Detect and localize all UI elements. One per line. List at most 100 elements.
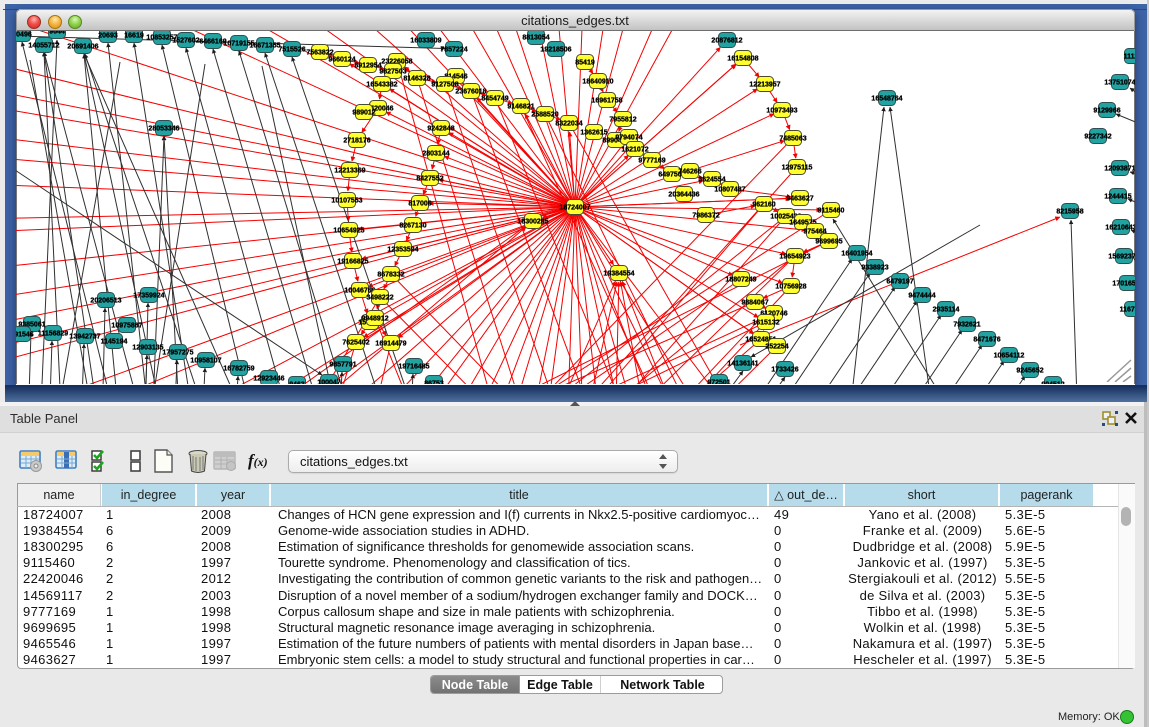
svg-text:13942737: 13942737 bbox=[69, 334, 100, 341]
svg-text:10975867: 10975867 bbox=[111, 323, 142, 330]
svg-text:13751074: 13751074 bbox=[1104, 80, 1135, 87]
svg-text:16782759: 16782759 bbox=[223, 366, 254, 373]
svg-text:1362615: 1362615 bbox=[580, 130, 607, 137]
svg-text:23676018: 23676018 bbox=[455, 89, 486, 96]
svg-text:11121: 11121 bbox=[1124, 54, 1135, 61]
svg-text:9857791: 9857791 bbox=[329, 362, 356, 369]
svg-text:8427552: 8427552 bbox=[416, 176, 443, 183]
svg-text:20364436: 20364436 bbox=[668, 192, 699, 199]
svg-text:962160: 962160 bbox=[752, 202, 775, 209]
svg-text:12093871: 12093871 bbox=[1104, 166, 1135, 173]
svg-text:7857224: 7857224 bbox=[440, 47, 467, 54]
svg-text:10107553: 10107553 bbox=[331, 198, 362, 205]
svg-text:16543382: 16543382 bbox=[366, 82, 397, 89]
svg-text:9129966: 9129966 bbox=[1093, 108, 1120, 115]
svg-text:1527602: 1527602 bbox=[172, 38, 199, 45]
svg-text:18640910: 18640910 bbox=[582, 79, 613, 86]
svg-text:16154808: 16154808 bbox=[727, 56, 758, 63]
svg-text:16401954: 16401954 bbox=[841, 251, 872, 258]
svg-text:100047: 100047 bbox=[317, 380, 340, 385]
svg-text:28053346: 28053346 bbox=[148, 126, 179, 133]
svg-text:7563822: 7563822 bbox=[306, 50, 333, 57]
svg-text:972501: 972501 bbox=[707, 380, 730, 385]
svg-text:19166825: 19166825 bbox=[337, 259, 368, 266]
svg-text:18300295: 18300295 bbox=[517, 219, 548, 226]
svg-text:1615132: 1615132 bbox=[752, 320, 779, 327]
svg-text:16671355: 16671355 bbox=[249, 43, 280, 50]
svg-text:19716485: 19716485 bbox=[398, 364, 429, 371]
svg-text:20496: 20496 bbox=[16, 32, 32, 39]
svg-text:10958107: 10958107 bbox=[190, 358, 221, 365]
svg-text:252254: 252254 bbox=[765, 344, 788, 351]
svg-text:9227342: 9227342 bbox=[1084, 134, 1111, 141]
svg-text:9242848: 9242848 bbox=[427, 126, 454, 133]
svg-text:16210643: 16210643 bbox=[1105, 225, 1135, 232]
svg-text:10807487: 10807487 bbox=[714, 187, 745, 194]
svg-text:18807249: 18807249 bbox=[725, 277, 756, 284]
svg-text:20691406: 20691406 bbox=[67, 44, 98, 51]
svg-text:8322034: 8322034 bbox=[555, 121, 582, 128]
svg-text:85419: 85419 bbox=[575, 60, 595, 67]
svg-text:817006: 817006 bbox=[408, 201, 431, 208]
svg-text:8678332: 8678332 bbox=[377, 272, 404, 279]
svg-text:20206513: 20206513 bbox=[90, 298, 121, 305]
svg-text:7485063: 7485063 bbox=[779, 136, 806, 143]
svg-text:2588520: 2588520 bbox=[531, 112, 558, 119]
svg-text:20693: 20693 bbox=[98, 33, 118, 40]
svg-text:3624554: 3624554 bbox=[698, 177, 725, 184]
svg-text:20876812: 20876812 bbox=[711, 38, 742, 45]
svg-text:8146328: 8146328 bbox=[403, 76, 430, 83]
svg-text:1167539: 1167539 bbox=[1120, 307, 1135, 314]
svg-text:7955812: 7955812 bbox=[609, 117, 636, 124]
svg-text:10654925: 10654925 bbox=[333, 228, 364, 235]
svg-text:9884067: 9884067 bbox=[741, 300, 768, 307]
svg-text:17957275: 17957275 bbox=[162, 350, 193, 357]
svg-text:1244415: 1244415 bbox=[1104, 194, 1131, 201]
svg-text:86753: 86753 bbox=[424, 381, 444, 385]
svg-text:1733426: 1733426 bbox=[771, 367, 798, 374]
svg-text:11156829: 11156829 bbox=[38, 331, 68, 338]
svg-text:9948912: 9948912 bbox=[361, 316, 388, 323]
svg-text:16548764: 16548764 bbox=[871, 96, 902, 103]
svg-text:6479197: 6479197 bbox=[886, 279, 913, 286]
svg-text:19654923: 19654923 bbox=[779, 254, 810, 261]
svg-text:12903135: 12903135 bbox=[132, 345, 163, 352]
svg-text:19218506: 19218506 bbox=[540, 47, 571, 54]
svg-text:12213369: 12213369 bbox=[334, 168, 365, 175]
svg-text:7986372: 7986372 bbox=[692, 213, 719, 220]
svg-text:7932621: 7932621 bbox=[953, 322, 980, 329]
svg-text:746266: 746266 bbox=[678, 169, 701, 176]
svg-text:7625402: 7625402 bbox=[342, 340, 369, 347]
svg-text:19384554: 19384554 bbox=[603, 271, 634, 278]
svg-text:1145194: 1145194 bbox=[101, 339, 128, 346]
svg-text:9474444: 9474444 bbox=[908, 293, 935, 300]
svg-text:9338923: 9338923 bbox=[861, 265, 888, 272]
svg-text:8813054: 8813054 bbox=[522, 35, 549, 42]
svg-text:9777169: 9777169 bbox=[638, 158, 665, 165]
svg-text:9245652: 9245652 bbox=[1016, 368, 1043, 375]
svg-text:9644: 9644 bbox=[49, 31, 65, 36]
svg-text:17016504: 17016504 bbox=[1112, 281, 1135, 288]
svg-text:989012: 989012 bbox=[352, 110, 375, 117]
svg-text:16914479: 16914479 bbox=[375, 341, 406, 348]
svg-text:8215958: 8215958 bbox=[1056, 209, 1083, 216]
svg-text:1621072: 1621072 bbox=[621, 147, 648, 154]
svg-text:9463627: 9463627 bbox=[786, 196, 813, 203]
svg-text:2935114: 2935114 bbox=[933, 307, 960, 314]
svg-text:12213957: 12213957 bbox=[749, 82, 780, 89]
svg-text:16033809: 16033809 bbox=[410, 38, 441, 45]
svg-text:10046766: 10046766 bbox=[344, 288, 375, 295]
svg-text:12353594: 12353594 bbox=[387, 247, 418, 254]
svg-text:10973493: 10973493 bbox=[766, 108, 797, 115]
svg-text:14055712: 14055712 bbox=[28, 43, 59, 50]
svg-text:18724007: 18724007 bbox=[559, 205, 590, 212]
svg-text:10654112: 10654112 bbox=[994, 353, 1025, 360]
svg-text:2803144: 2803144 bbox=[422, 151, 449, 158]
svg-text:15692371: 15692371 bbox=[1108, 254, 1135, 261]
svg-text:16961758: 16961758 bbox=[591, 98, 622, 105]
svg-text:9115460: 9115460 bbox=[818, 208, 845, 215]
svg-text:14136141: 14136141 bbox=[727, 361, 758, 368]
svg-text:8454749: 8454749 bbox=[481, 96, 508, 103]
svg-text:17359924: 17359924 bbox=[133, 293, 164, 300]
svg-text:9660124: 9660124 bbox=[328, 57, 355, 64]
